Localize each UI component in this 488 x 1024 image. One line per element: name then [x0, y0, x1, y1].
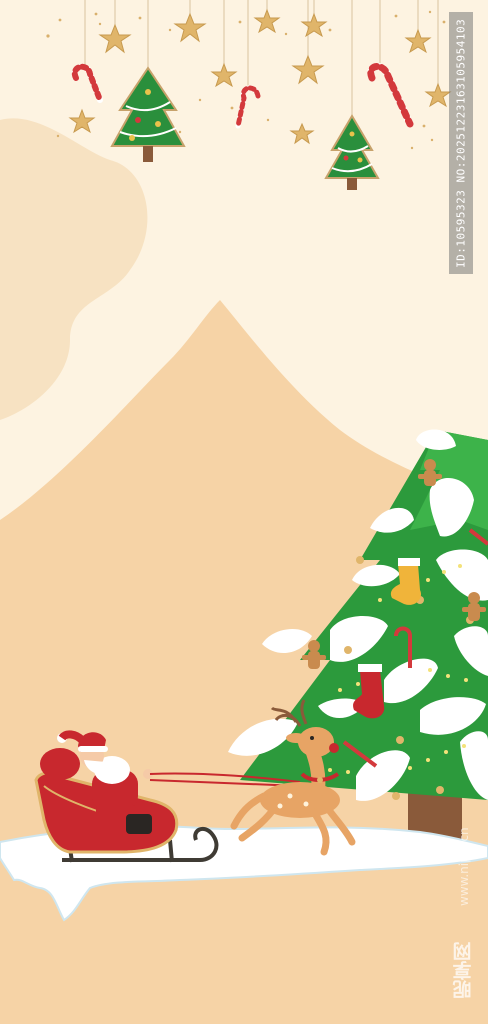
- brand-watermark: 昵享网: [452, 942, 475, 1000]
- site-watermark: www.nipic.cn: [457, 827, 471, 907]
- image-id-watermark: ID:10595323 NO:20251223163105954103: [449, 12, 473, 274]
- christmas-scene: [0, 0, 488, 1024]
